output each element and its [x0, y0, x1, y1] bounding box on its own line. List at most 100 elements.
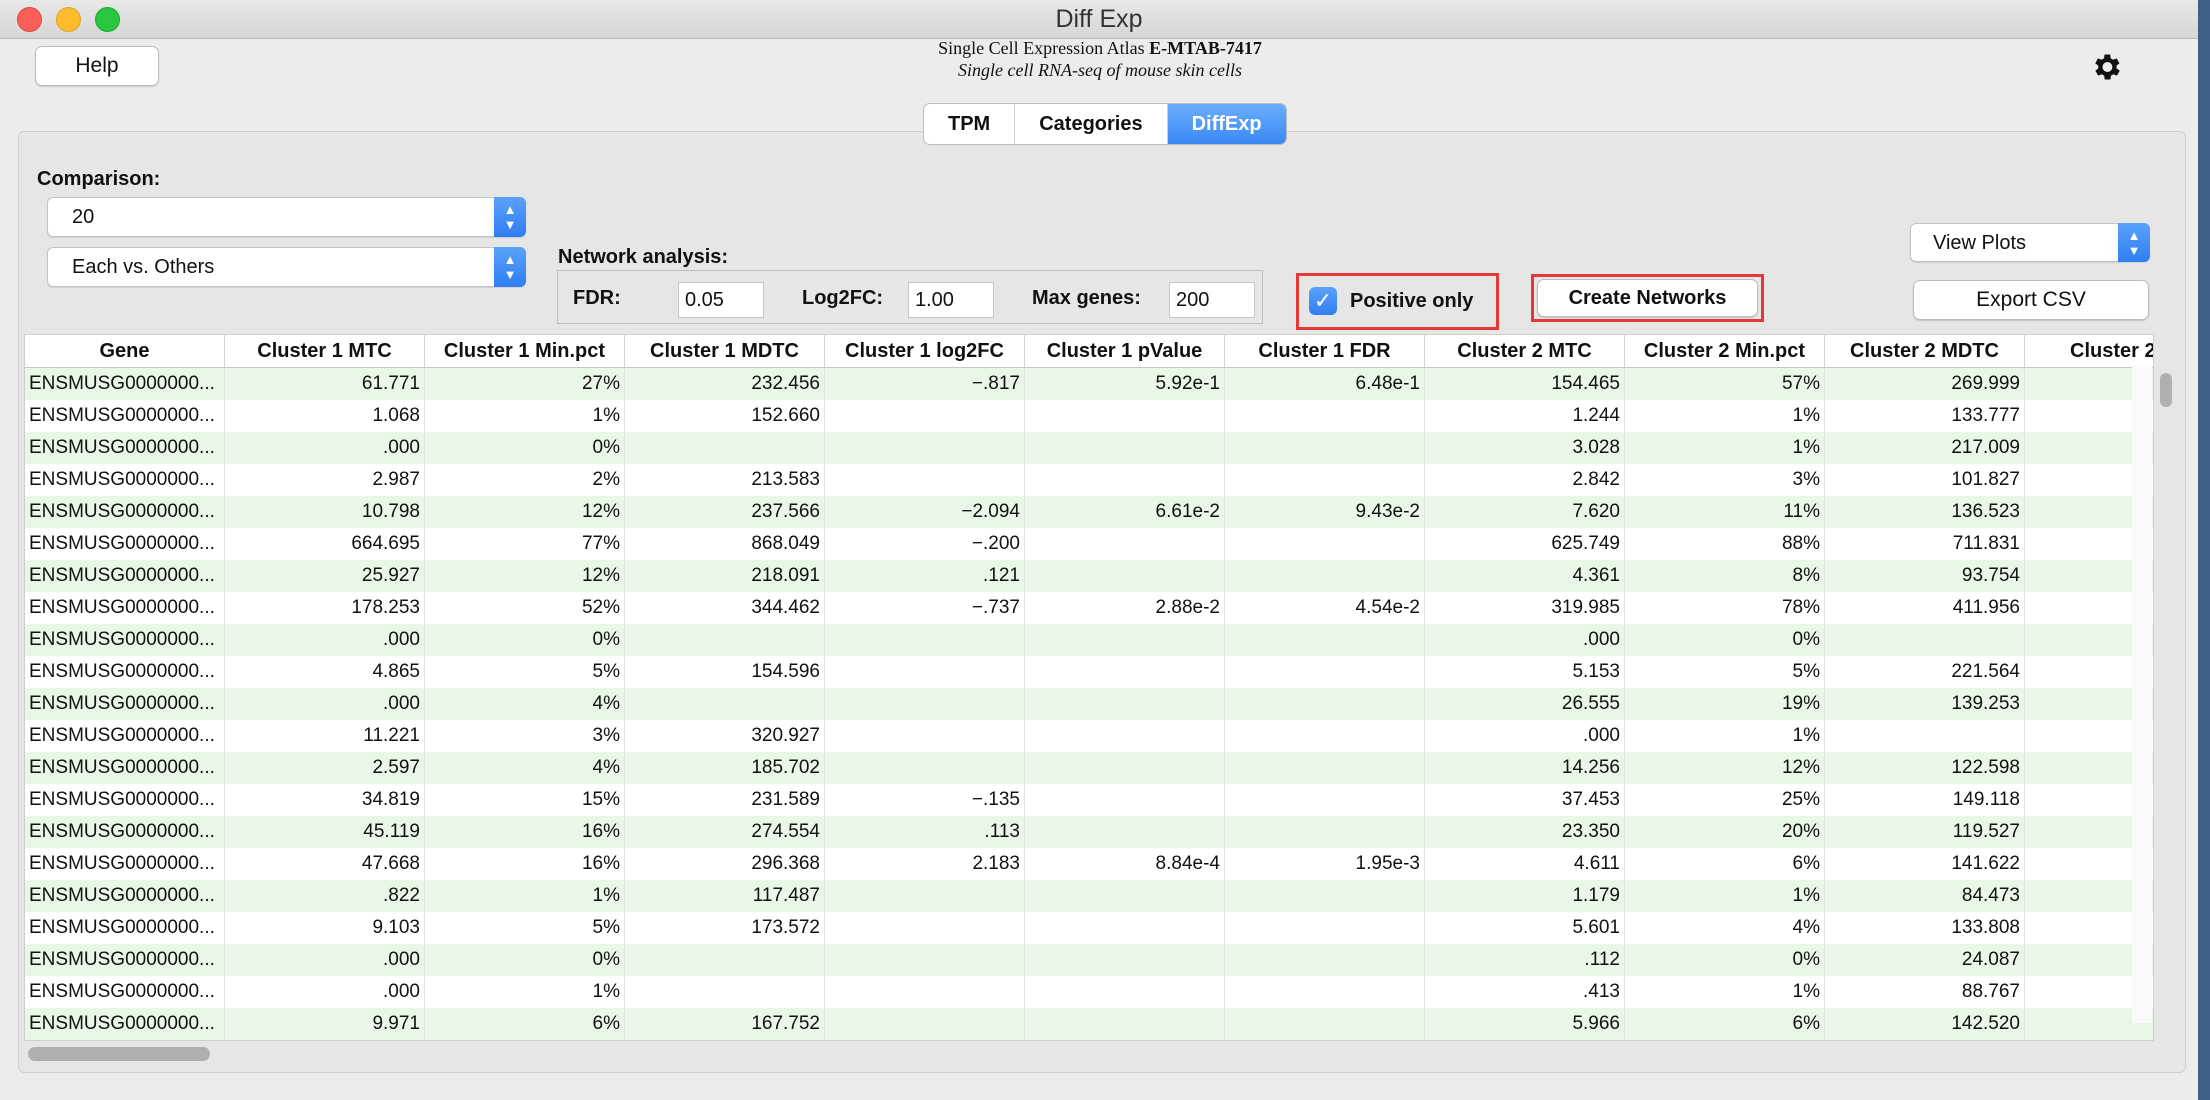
tab-categories[interactable]: Categories	[1015, 104, 1168, 144]
table-cell: 37.453	[1425, 784, 1625, 816]
table-cell	[1225, 880, 1425, 912]
comparison-select[interactable]: 20 ▲ ▼	[47, 197, 526, 237]
table-row[interactable]: ENSMUSG0000000... 45.119 16% 274.554.113 23.…	[25, 816, 2153, 848]
table-row[interactable]: ENSMUSG0000000... 25.927 12% 218.091.121 4.3…	[25, 560, 2153, 592]
table-cell: 0%	[425, 944, 625, 976]
export-csv-button[interactable]: Export CSV	[1913, 280, 2149, 320]
column-header[interactable]: Cluster 2 MTC	[1425, 335, 1625, 367]
column-header[interactable]: Cluster 1 pValue	[1025, 335, 1225, 367]
table-cell: .000	[225, 944, 425, 976]
table-cell	[1225, 464, 1425, 496]
table-cell: 16%	[425, 848, 625, 880]
table-cell: 3%	[1625, 464, 1825, 496]
table-cell	[825, 432, 1025, 464]
table-row[interactable]: ENSMUSG0000000... 1.068 1% 152.660 1.244 1% 13…	[25, 400, 2153, 432]
table-cell: 19%	[1625, 688, 1825, 720]
table-cell	[625, 624, 825, 656]
table-cell	[1225, 912, 1425, 944]
table-cell: 1%	[1625, 720, 1825, 752]
create-networks-button[interactable]: Create Networks	[1537, 279, 1758, 317]
table-cell: 2.597	[225, 752, 425, 784]
table-row[interactable]: ENSMUSG0000000... .000 0% .000 0%	[25, 624, 2153, 656]
vertical-scrollbar-track[interactable]	[2132, 365, 2152, 1023]
table-cell: 868.049	[625, 528, 825, 560]
comparison-mode-select[interactable]: Each vs. Others ▲ ▼	[47, 247, 526, 287]
table-row[interactable]: ENSMUSG0000000... .000 4% 26.555 19% 139.253	[25, 688, 2153, 720]
table-cell: 7.620	[1425, 496, 1625, 528]
table-cell: .413	[1425, 976, 1625, 1008]
table-cell: 5.153	[1425, 656, 1625, 688]
table-cell: 133.777	[1825, 400, 2025, 432]
column-header[interactable]: Cluster 2 Min.pct	[1625, 335, 1825, 367]
help-button[interactable]: Help	[35, 46, 159, 86]
table-cell: 11%	[1625, 496, 1825, 528]
table-cell: 217.009	[1825, 432, 2025, 464]
table-row[interactable]: ENSMUSG0000000... 4.865 5% 154.596 5.153 5% 22…	[25, 656, 2153, 688]
table-cell: 77%	[425, 528, 625, 560]
table-row[interactable]: ENSMUSG0000000... .000 0% .112 0% 24.087	[25, 944, 2153, 976]
table-cell: .000	[225, 624, 425, 656]
table-cell	[825, 880, 1025, 912]
table-cell: .113	[825, 816, 1025, 848]
tab-bar: TPM Categories DiffExp	[923, 103, 1287, 145]
table-cell: 664.695	[225, 528, 425, 560]
fdr-label: FDR:	[573, 287, 621, 309]
table-cell: 3%	[425, 720, 625, 752]
table-cell: 25%	[1625, 784, 1825, 816]
table-cell	[825, 464, 1025, 496]
table-row[interactable]: ENSMUSG0000000... .000 1% .413 1% 88.767	[25, 976, 2153, 1008]
tab-diffexp[interactable]: DiffExp	[1167, 104, 1286, 144]
table-cell: 27%	[425, 368, 625, 400]
table-cell: −.135	[825, 784, 1025, 816]
table-row[interactable]: ENSMUSG0000000... 34.819 15% 231.589 −.135 37…	[25, 784, 2153, 816]
table-row[interactable]: ENSMUSG0000000... .822 1% 117.487 1.179 1% 84.…	[25, 880, 2153, 912]
table-cell	[825, 400, 1025, 432]
table-cell: 6.48e-1	[1225, 368, 1425, 400]
gear-icon[interactable]	[2089, 50, 2123, 84]
table-cell	[1225, 688, 1425, 720]
positive-only-checkbox[interactable]: ✓	[1309, 287, 1337, 315]
table-cell: 122.598	[1825, 752, 2025, 784]
table-cell: 185.702	[625, 752, 825, 784]
table-cell	[825, 752, 1025, 784]
fdr-input[interactable]: 0.05	[678, 282, 764, 318]
table-cell: 2%	[425, 464, 625, 496]
log2fc-input[interactable]: 1.00	[908, 282, 994, 318]
column-header[interactable]: Cluster 1 log2FC	[825, 335, 1025, 367]
column-header[interactable]: Cluster 1 MTC	[225, 335, 425, 367]
tab-tpm[interactable]: TPM	[924, 104, 1016, 144]
table-row[interactable]: ENSMUSG0000000... 11.221 3% 320.927 .000 1%	[25, 720, 2153, 752]
table-cell: 9.43e-2	[1225, 496, 1425, 528]
positive-only-label[interactable]: Positive only	[1350, 290, 1473, 313]
max-genes-input[interactable]: 200	[1169, 282, 1255, 318]
table-cell	[1225, 1008, 1425, 1040]
table-cell: 9.103	[225, 912, 425, 944]
table-row[interactable]: ENSMUSG0000000... 2.987 2% 213.583 2.842 3% 10…	[25, 464, 2153, 496]
column-header[interactable]: Cluster 1 Min.pct	[425, 335, 625, 367]
gene-cell: ENSMUSG0000000...	[25, 592, 225, 624]
table-row[interactable]: ENSMUSG0000000... .000 0% 3.028 1% 217.009	[25, 432, 2153, 464]
column-header[interactable]: Cluster 2 MDTC	[1825, 335, 2025, 367]
table-row[interactable]: ENSMUSG0000000... 178.253 52% 344.462 −.737 2…	[25, 592, 2153, 624]
column-header[interactable]: Cluster 2 lo	[2025, 335, 2153, 367]
table-row[interactable]: ENSMUSG0000000... 47.668 16% 296.368 2.183 8.…	[25, 848, 2153, 880]
table-cell: 213.583	[625, 464, 825, 496]
table-row[interactable]: ENSMUSG0000000... 9.971 6% 167.752 5.966 6% 14…	[25, 1008, 2153, 1040]
column-header[interactable]: Cluster 1 MDTC	[625, 335, 825, 367]
table-cell: 319.985	[1425, 592, 1625, 624]
column-header[interactable]: Cluster 1 FDR	[1225, 335, 1425, 367]
table-cell	[1025, 1008, 1225, 1040]
table-row[interactable]: ENSMUSG0000000... 9.103 5% 173.572 5.601 4% 13…	[25, 912, 2153, 944]
gene-cell: ENSMUSG0000000...	[25, 432, 225, 464]
table-row[interactable]: ENSMUSG0000000... 664.695 77% 868.049 −.200 6…	[25, 528, 2153, 560]
table-row[interactable]: ENSMUSG0000000... 61.771 27% 232.456 −.817 5.…	[25, 368, 2153, 400]
table-row[interactable]: ENSMUSG0000000... 10.798 12% 237.566 −2.094 6…	[25, 496, 2153, 528]
column-header[interactable]: Gene	[25, 335, 225, 367]
vertical-scrollbar-thumb[interactable]	[2160, 373, 2172, 407]
atlas-id: E-MTAB-7417	[1149, 38, 1262, 58]
view-plots-select[interactable]: View Plots ▲ ▼	[1910, 223, 2150, 262]
table-cell	[825, 656, 1025, 688]
horizontal-scrollbar-thumb[interactable]	[28, 1047, 210, 1061]
table-row[interactable]: ENSMUSG0000000... 2.597 4% 185.702 14.256 12%…	[25, 752, 2153, 784]
table-cell: .000	[225, 432, 425, 464]
